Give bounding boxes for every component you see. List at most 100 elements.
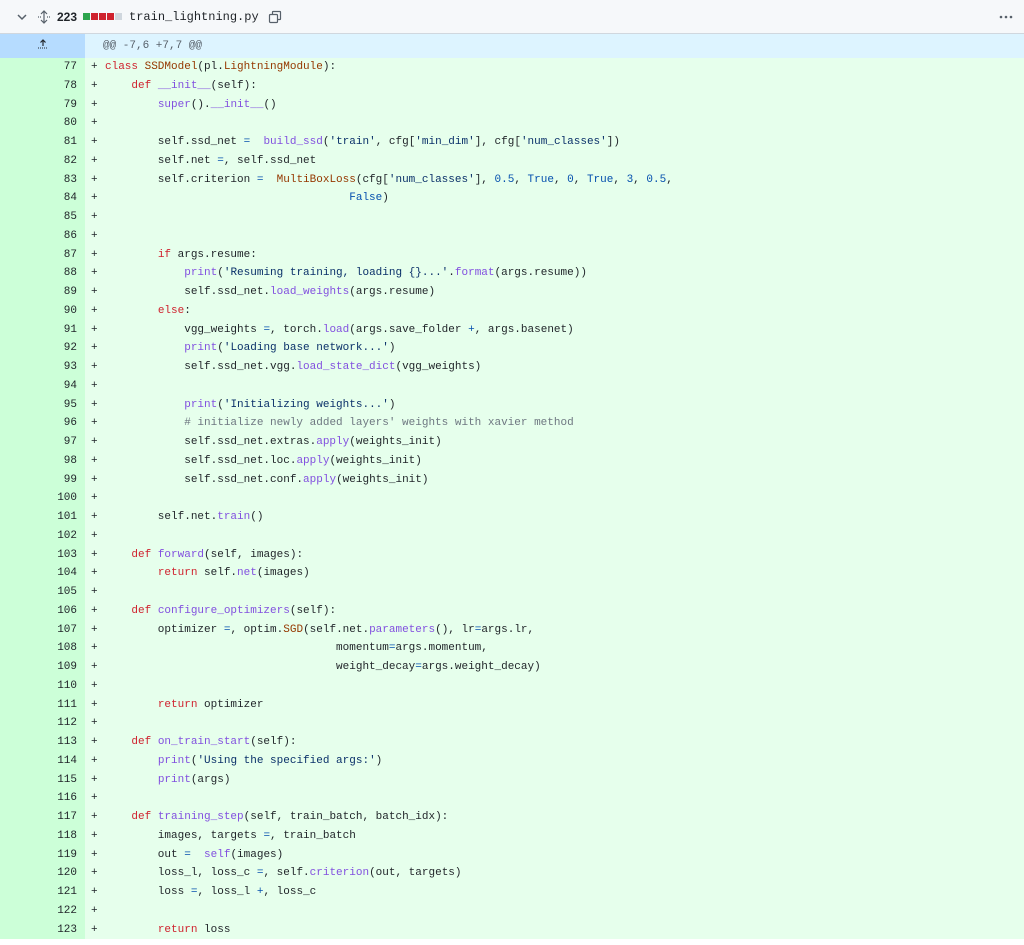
code-line: + print('Initializing weights...') bbox=[85, 395, 1024, 415]
code-token: SGD bbox=[283, 623, 304, 636]
line-number[interactable]: 120 bbox=[0, 864, 85, 883]
code-line: + super().__init__() bbox=[85, 95, 1024, 115]
line-number[interactable]: 109 bbox=[0, 658, 85, 677]
line-number[interactable]: 110 bbox=[0, 676, 85, 696]
diff-line-row: 120 + loss_l, loss_c =, self.criterion(ou… bbox=[0, 864, 1024, 883]
line-number[interactable]: 92 bbox=[0, 339, 85, 358]
line-number[interactable]: 119 bbox=[0, 845, 85, 865]
addition-marker: + bbox=[91, 642, 98, 655]
addition-marker: + bbox=[91, 211, 98, 223]
line-number[interactable]: 115 bbox=[0, 770, 85, 790]
line-number[interactable]: 118 bbox=[0, 826, 85, 846]
line-number[interactable]: 85 bbox=[0, 208, 85, 227]
line-number[interactable]: 117 bbox=[0, 808, 85, 827]
line-number[interactable]: 80 bbox=[0, 114, 85, 133]
code-token: self.ssd_net. bbox=[105, 286, 271, 298]
line-number[interactable]: 89 bbox=[0, 283, 85, 302]
line-number[interactable]: 88 bbox=[0, 264, 85, 283]
expand-up-button[interactable] bbox=[0, 34, 85, 58]
line-number[interactable]: 78 bbox=[0, 76, 85, 96]
code-token: if bbox=[157, 248, 178, 261]
code-token: ]) bbox=[606, 136, 620, 148]
line-number[interactable]: 93 bbox=[0, 358, 85, 377]
diff-line-row: 103 + def forward(self, images): bbox=[0, 545, 1024, 565]
code-token: else bbox=[157, 304, 185, 317]
line-number[interactable]: 113 bbox=[0, 733, 85, 752]
line-number[interactable]: 107 bbox=[0, 620, 85, 640]
code-line: + def on_train_start(self): bbox=[85, 733, 1024, 752]
code-token: , bbox=[573, 173, 587, 186]
diffstat-square bbox=[83, 13, 91, 20]
diff-line-row: 122 + bbox=[0, 901, 1024, 921]
line-number[interactable]: 112 bbox=[0, 714, 85, 733]
code-token: = bbox=[217, 154, 224, 167]
code-line: + loss =, loss_l +, loss_c bbox=[85, 883, 1024, 902]
line-number[interactable]: 111 bbox=[0, 695, 85, 715]
line-number[interactable]: 95 bbox=[0, 395, 85, 415]
code-token: (self): bbox=[289, 604, 337, 617]
file-name-link[interactable]: train_lightning.py bbox=[129, 10, 259, 24]
code-token: self.ssd_net.loc. bbox=[105, 454, 297, 467]
line-number[interactable]: 106 bbox=[0, 601, 85, 621]
line-number[interactable]: 79 bbox=[0, 95, 85, 115]
line-number[interactable]: 102 bbox=[0, 526, 85, 546]
more-options-icon[interactable] bbox=[998, 9, 1014, 25]
line-number[interactable]: 91 bbox=[0, 320, 85, 340]
line-number[interactable]: 103 bbox=[0, 545, 85, 565]
line-number[interactable]: 114 bbox=[0, 751, 85, 771]
line-number[interactable]: 99 bbox=[0, 470, 85, 490]
line-number[interactable]: 83 bbox=[0, 170, 85, 190]
line-number[interactable]: 122 bbox=[0, 901, 85, 921]
code-token: ( bbox=[217, 342, 224, 355]
line-number[interactable]: 104 bbox=[0, 564, 85, 583]
code-line: + vgg_weights =, torch.load(args.save_fo… bbox=[85, 320, 1024, 340]
code-line: + self.ssd_net = build_ssd('train', cfg[… bbox=[85, 133, 1024, 152]
diff-line-row: 100 + bbox=[0, 489, 1024, 508]
code-token: , bbox=[553, 173, 568, 186]
code-token: 'Using the specified args:' bbox=[197, 754, 376, 767]
copy-icon[interactable] bbox=[267, 9, 283, 25]
collapse-chevron-icon[interactable] bbox=[14, 9, 30, 25]
code-token: def bbox=[131, 548, 158, 561]
line-number[interactable]: 105 bbox=[0, 583, 85, 602]
diff-line-row: 77 + class SSDModel(pl.LightningModule): bbox=[0, 58, 1024, 77]
code-token: load bbox=[322, 323, 350, 336]
diff-line-row: 106 + def configure_optimizers(self): bbox=[0, 601, 1024, 621]
code-token: def bbox=[131, 736, 158, 748]
line-number[interactable]: 96 bbox=[0, 414, 85, 433]
addition-marker: + bbox=[91, 286, 98, 298]
diff-line-row: 89 + self.ssd_net.load_weights(args.resum… bbox=[0, 283, 1024, 302]
code-token: ( bbox=[217, 398, 224, 411]
diff-line-row: 83 + self.criterion = MultiBoxLoss(cfg['n… bbox=[0, 170, 1024, 190]
line-number[interactable]: 81 bbox=[0, 133, 85, 152]
addition-marker: + bbox=[91, 867, 98, 880]
line-number[interactable]: 97 bbox=[0, 433, 85, 452]
line-number[interactable]: 101 bbox=[0, 508, 85, 527]
diff-line-row: 104 + return self.net(images) bbox=[0, 564, 1024, 583]
line-number[interactable]: 123 bbox=[0, 920, 85, 940]
line-number[interactable]: 86 bbox=[0, 226, 85, 246]
addition-marker: + bbox=[91, 661, 98, 673]
line-number[interactable]: 121 bbox=[0, 883, 85, 902]
line-number[interactable]: 108 bbox=[0, 639, 85, 658]
diff-line-row: 113 + def on_train_start(self): bbox=[0, 733, 1024, 752]
addition-marker: + bbox=[91, 473, 98, 486]
line-number[interactable]: 94 bbox=[0, 376, 85, 396]
diff-line-row: 79 + super().__init__() bbox=[0, 95, 1024, 115]
code-token: (weights_init) bbox=[329, 454, 422, 467]
line-number[interactable]: 98 bbox=[0, 451, 85, 471]
line-number[interactable]: 90 bbox=[0, 301, 85, 321]
line-number[interactable]: 87 bbox=[0, 245, 85, 265]
diff-line-row: 98 + self.ssd_net.loc.apply(weights_init) bbox=[0, 451, 1024, 471]
line-number[interactable]: 82 bbox=[0, 151, 85, 171]
line-number[interactable]: 116 bbox=[0, 789, 85, 808]
line-number[interactable]: 84 bbox=[0, 189, 85, 208]
line-number[interactable]: 100 bbox=[0, 489, 85, 508]
code-token: self.ssd_net.extras. bbox=[105, 436, 317, 448]
addition-marker: + bbox=[91, 61, 98, 73]
line-number[interactable]: 77 bbox=[0, 58, 85, 77]
code-token: 'Initializing weights...' bbox=[223, 398, 389, 411]
code-token: ], cfg[ bbox=[474, 136, 521, 148]
